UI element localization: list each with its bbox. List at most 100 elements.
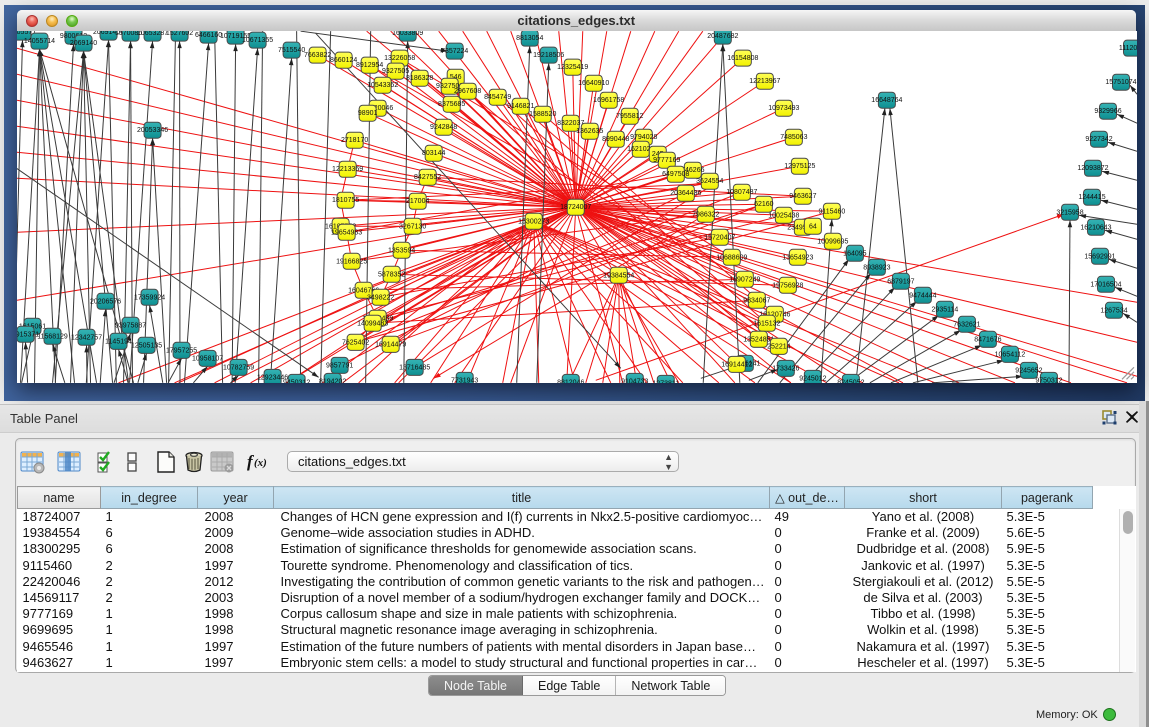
svg-text:2718170: 2718170 — [341, 137, 368, 144]
svg-text:2935114: 2935114 — [931, 306, 958, 313]
svg-text:1810755: 1810755 — [332, 197, 359, 204]
svg-text:16914479: 16914479 — [375, 341, 406, 348]
svg-text:7625402: 7625402 — [342, 339, 369, 346]
svg-text:9857791: 9857791 — [326, 362, 353, 369]
svg-text:16033809: 16033809 — [392, 31, 423, 37]
svg-text:1353594: 1353594 — [388, 247, 415, 254]
svg-text:7731943: 7731943 — [451, 377, 478, 383]
svg-text:12325419: 12325419 — [557, 64, 588, 71]
svg-text:8471676: 8471676 — [974, 336, 1001, 343]
svg-text:7632621: 7632621 — [953, 321, 980, 328]
svg-text:10654112: 10654112 — [994, 351, 1025, 358]
svg-text:3624554: 3624554 — [696, 178, 723, 185]
svg-text:19654983: 19654983 — [331, 229, 362, 236]
svg-text:9146821: 9146821 — [507, 103, 534, 110]
svg-text:10025438: 10025438 — [768, 212, 799, 219]
svg-text:12213369: 12213369 — [332, 166, 363, 173]
svg-text:12093872: 12093872 — [1077, 165, 1108, 172]
svg-text:16154808: 16154808 — [727, 55, 758, 62]
svg-text:15720407: 15720407 — [704, 234, 735, 241]
svg-text:1273811: 1273811 — [652, 380, 679, 383]
svg-text:9750312: 9750312 — [1035, 377, 1062, 383]
svg-text:16640910: 16640910 — [578, 80, 609, 87]
svg-text:10973493: 10973493 — [768, 105, 799, 112]
svg-text:1145194: 1145194 — [105, 338, 132, 345]
svg-text:12213967: 12213967 — [749, 78, 780, 85]
svg-text:19166825: 19166825 — [336, 258, 367, 265]
svg-text:6466160: 6466160 — [194, 32, 221, 39]
svg-text:7986322: 7986322 — [692, 211, 719, 218]
svg-text:1112094: 1112094 — [1118, 45, 1136, 52]
svg-text:7955812: 7955812 — [616, 113, 643, 120]
svg-text:93975887: 93975887 — [114, 322, 145, 329]
svg-text:16648764: 16648764 — [871, 97, 902, 104]
svg-text:20487682: 20487682 — [707, 33, 738, 40]
svg-text:19384554: 19384554 — [603, 272, 634, 279]
svg-text:8812046: 8812046 — [557, 379, 584, 383]
svg-text:1527602: 1527602 — [165, 31, 192, 37]
svg-text:(x): (x) — [254, 457, 267, 469]
svg-text:8813054: 8813054 — [516, 35, 543, 42]
svg-text:1362635: 1362635 — [576, 128, 603, 135]
svg-text:9227342: 9227342 — [1085, 136, 1112, 143]
svg-text:20206576: 20206576 — [89, 298, 120, 305]
svg-text:7357224: 7357224 — [441, 48, 468, 55]
svg-text:5878352: 5878352 — [378, 271, 405, 278]
svg-text:1588520: 1588520 — [529, 111, 556, 118]
svg-text:14099483: 14099483 — [357, 320, 388, 327]
svg-text:19218506: 19218506 — [533, 52, 564, 59]
svg-text:9794028: 9794028 — [630, 134, 657, 141]
svg-text:10543362: 10543362 — [367, 82, 398, 89]
svg-text:8938923: 8938923 — [863, 264, 890, 271]
svg-text:18724007: 18724007 — [560, 204, 591, 211]
svg-text:98901: 98901 — [357, 110, 377, 117]
svg-text:12342757: 12342757 — [70, 334, 101, 341]
svg-text:10688609: 10688609 — [716, 254, 747, 261]
svg-text:252214: 252214 — [767, 343, 790, 350]
svg-text:13716485: 13716485 — [399, 364, 430, 371]
svg-text:62160: 62160 — [754, 201, 774, 208]
svg-text:17016504: 17016504 — [1090, 281, 1121, 288]
svg-text:9245012: 9245012 — [799, 375, 826, 382]
svg-text:9463627: 9463627 — [789, 193, 816, 200]
svg-text:10958107: 10958107 — [192, 355, 223, 362]
svg-text:20364436: 20364436 — [670, 190, 701, 197]
svg-text:9834067: 9834067 — [743, 297, 770, 304]
svg-text:8912954: 8912954 — [356, 62, 383, 69]
svg-text:10807487: 10807487 — [726, 189, 757, 196]
svg-text:17957255: 17957255 — [165, 347, 196, 354]
svg-text:20053346: 20053346 — [136, 127, 167, 134]
svg-text:9242848: 9242848 — [430, 124, 457, 131]
svg-text:6879197: 6879197 — [887, 278, 914, 285]
svg-text:16210643: 16210643 — [1080, 224, 1111, 231]
svg-text:8660124: 8660124 — [330, 57, 357, 64]
svg-text:2967608: 2967608 — [454, 88, 481, 95]
svg-text:3215958: 3215958 — [1056, 209, 1083, 216]
svg-text:3267130: 3267130 — [399, 223, 426, 230]
svg-text:10653287: 10653287 — [136, 31, 167, 37]
svg-text:15751074: 15751074 — [1105, 79, 1136, 86]
svg-text:17359924: 17359924 — [133, 294, 164, 301]
svg-text:8186328: 8186328 — [406, 75, 433, 82]
svg-text:1615132: 1615132 — [753, 320, 780, 327]
svg-text:11568129: 11568129 — [37, 333, 68, 340]
svg-text:19756928: 19756928 — [772, 282, 803, 289]
svg-text:8454749: 8454749 — [484, 94, 511, 101]
svg-text:8322037: 8322037 — [557, 120, 584, 127]
svg-text:7485063: 7485063 — [780, 134, 807, 141]
svg-text:7663822: 7663822 — [304, 52, 331, 59]
svg-text:12975125: 12975125 — [784, 163, 815, 170]
svg-text:803144: 803144 — [422, 150, 445, 157]
svg-text:64: 64 — [808, 223, 816, 230]
svg-text:1267534: 1267534 — [1100, 307, 1127, 314]
svg-text:217004: 217004 — [405, 198, 428, 205]
svg-text:3498222: 3498222 — [367, 294, 394, 301]
svg-text:8427552: 8427552 — [414, 174, 441, 181]
svg-text:10099695: 10099695 — [817, 238, 848, 245]
svg-text:1244415: 1244415 — [1078, 194, 1105, 201]
svg-text:14055714: 14055714 — [23, 38, 54, 45]
svg-text:10671355: 10671355 — [242, 37, 273, 44]
svg-text:3915371: 3915371 — [17, 331, 39, 338]
svg-text:9245652: 9245652 — [1015, 367, 1042, 374]
svg-text:10782759: 10782759 — [223, 364, 254, 371]
